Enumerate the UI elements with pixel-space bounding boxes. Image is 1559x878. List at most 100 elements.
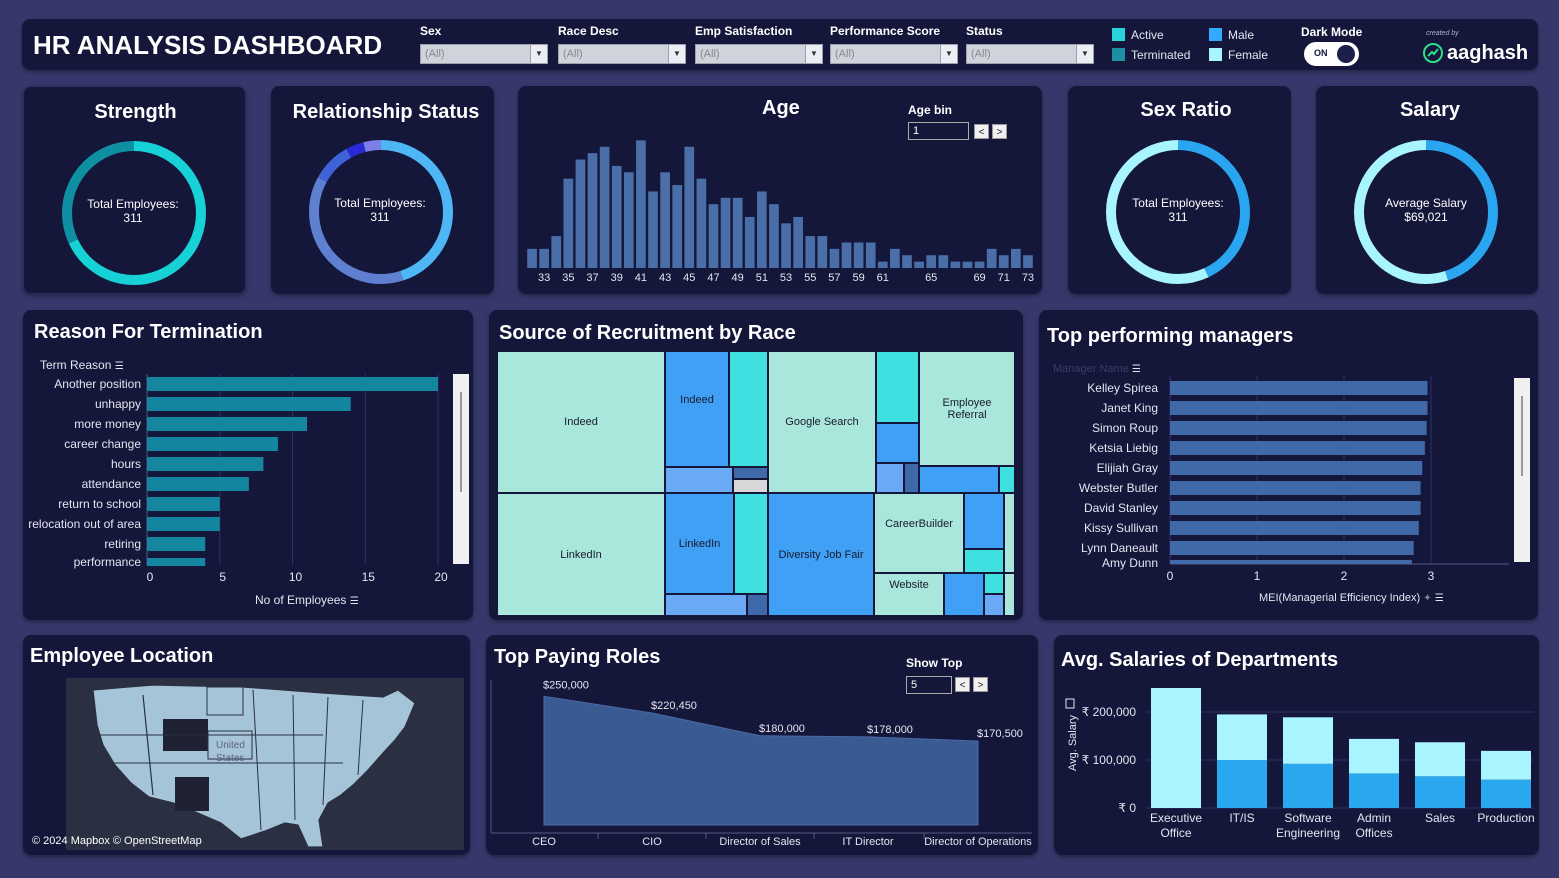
treemap-cell-indeed-2[interactable]: Indeed [665, 351, 729, 467]
treemap-cell[interactable] [964, 549, 1004, 573]
dept-category-label: Engineering [1276, 826, 1340, 840]
sort-icon[interactable]: ☰ [350, 596, 359, 607]
dept-bar-segment [1349, 773, 1399, 808]
age-bar [986, 248, 997, 268]
filter-status-value: (All) [971, 48, 991, 60]
treemap-cell[interactable] [665, 467, 733, 493]
treemap-cell-google[interactable]: Google Search [768, 351, 876, 493]
salary-donut [1354, 140, 1498, 284]
age-bar [744, 216, 755, 268]
treemap-cell[interactable] [747, 594, 768, 616]
filter-status-dropdown[interactable]: (All) ▼ [966, 44, 1094, 64]
scrollbar-thumb[interactable] [1521, 396, 1523, 476]
roles-area [543, 695, 979, 826]
strength-center-label: Total Employees: [87, 197, 179, 211]
scrollbar-thumb[interactable] [460, 392, 462, 492]
termination-bar-chart: 0 5 10 15 20 Another position unhappy more mone… [28, 374, 448, 584]
term-bar [147, 437, 278, 451]
age-bar [732, 197, 743, 268]
created-by-label: created by [1426, 30, 1459, 37]
treemap-cell[interactable] [984, 573, 1004, 594]
manager-name-label: Elijiah Gray [1097, 461, 1158, 475]
treemap-cell-indeed-1[interactable]: Indeed [497, 351, 665, 493]
treemap-cell[interactable] [1004, 493, 1015, 573]
treemap-label: Employee Referral [942, 396, 992, 421]
dept-y-tick: ₹ 100,000 [1082, 753, 1137, 767]
chevron-down-icon[interactable]: ▼ [940, 45, 957, 63]
treemap-cell[interactable] [964, 493, 1004, 549]
treemap-cell[interactable] [876, 463, 904, 493]
age-tick-label: 73 [1022, 272, 1034, 284]
age-bar [938, 255, 949, 268]
treemap-cell[interactable] [729, 351, 768, 467]
chevron-down-icon[interactable]: ▼ [805, 45, 822, 63]
treemap-cell[interactable] [734, 493, 768, 594]
treemap-label: Google Search [785, 416, 859, 428]
map-label-line2: States [216, 753, 245, 764]
treemap-label: CareerBuilder [885, 518, 953, 530]
term-category-label: Another position [54, 377, 141, 391]
managers-scrollbar[interactable] [1514, 378, 1530, 562]
treemap-cell-careerbuilder[interactable]: CareerBuilder [874, 493, 964, 573]
top-roles-area-chart: $250,000 CEO $220,450 CIO $180,000 Director o… [490, 679, 1032, 848]
term-category-label: career change [64, 437, 141, 451]
treemap-cell[interactable] [999, 466, 1015, 493]
age-tick-label: 35 [562, 272, 574, 284]
age-bar [611, 165, 622, 268]
age-bar [636, 140, 646, 268]
filter-sex-dropdown[interactable]: (All) ▼ [420, 44, 548, 64]
age-tick-label: 37 [586, 272, 598, 284]
treemap-cell-referral[interactable]: Employee Referral [919, 351, 1015, 466]
filter-performance-dropdown[interactable]: (All) ▼ [830, 44, 958, 64]
legend-female: Female [1228, 48, 1269, 62]
term-bar [147, 457, 264, 471]
age-tick-label: 65 [925, 272, 937, 284]
chart-logo-icon [1423, 43, 1443, 63]
treemap-cell[interactable] [919, 466, 999, 493]
filter-satisfaction-dropdown[interactable]: (All) ▼ [695, 44, 823, 64]
chevron-down-icon[interactable]: ▼ [530, 45, 547, 63]
treemap-cell[interactable] [876, 423, 919, 463]
age-bar [757, 191, 767, 268]
age-bar [962, 261, 973, 268]
dept-category-label: Production [1477, 811, 1534, 825]
pin-icon[interactable]: ✦ [1423, 593, 1431, 604]
legend-swatch-female [1209, 48, 1222, 61]
role-value-label: $220,450 [651, 700, 697, 712]
sort-icon[interactable]: ☰ [1435, 593, 1444, 604]
age-tick-label: 61 [877, 272, 889, 284]
treemap-cell[interactable] [876, 351, 919, 423]
chevron-down-icon[interactable]: ▼ [668, 45, 685, 63]
term-x-tick: 0 [147, 570, 154, 584]
treemap-cell[interactable] [733, 479, 768, 493]
treemap-cell-linkedin-1[interactable]: LinkedIn [497, 493, 665, 616]
age-bar [1023, 255, 1033, 268]
us-map[interactable] [23, 635, 470, 855]
treemap-cell[interactable] [1004, 573, 1015, 616]
strength-donut [62, 141, 206, 285]
dept-category-label: Software [1284, 811, 1332, 825]
treemap-cell-website[interactable]: Website [874, 573, 944, 616]
role-value-label: $180,000 [759, 723, 805, 735]
filter-race-label: Race Desc [558, 24, 619, 38]
treemap-cell-diversity[interactable]: Diversity Job Fair [768, 493, 874, 616]
term-bar [147, 397, 351, 411]
treemap-cell[interactable] [904, 463, 919, 493]
treemap-cell[interactable] [733, 467, 768, 479]
filter-race-dropdown[interactable]: (All) ▼ [558, 44, 686, 64]
sex-ratio-card: Sex Ratio Total Employees: 311 [1068, 86, 1291, 294]
dept-salary-card: Avg. Salaries of Departments ₹ 0 ₹ 100,00… [1054, 635, 1539, 855]
age-bar [805, 236, 816, 268]
treemap-cell[interactable] [665, 594, 747, 616]
treemap-cell-linkedin-2[interactable]: LinkedIn [665, 493, 734, 594]
chevron-down-icon[interactable]: ▼ [1076, 45, 1093, 63]
dark-mode-toggle[interactable]: ON [1304, 42, 1359, 66]
age-bar [877, 261, 888, 268]
term-category-label: attendance [82, 477, 142, 491]
age-bar [793, 216, 803, 268]
treemap-cell[interactable] [984, 594, 1004, 616]
age-tick-label: 59 [852, 272, 864, 284]
treemap-cell[interactable] [944, 573, 984, 616]
termination-scrollbar[interactable] [453, 374, 469, 564]
recruitment-card: Source of Recruitment by Race Indeed Ind… [489, 310, 1023, 620]
